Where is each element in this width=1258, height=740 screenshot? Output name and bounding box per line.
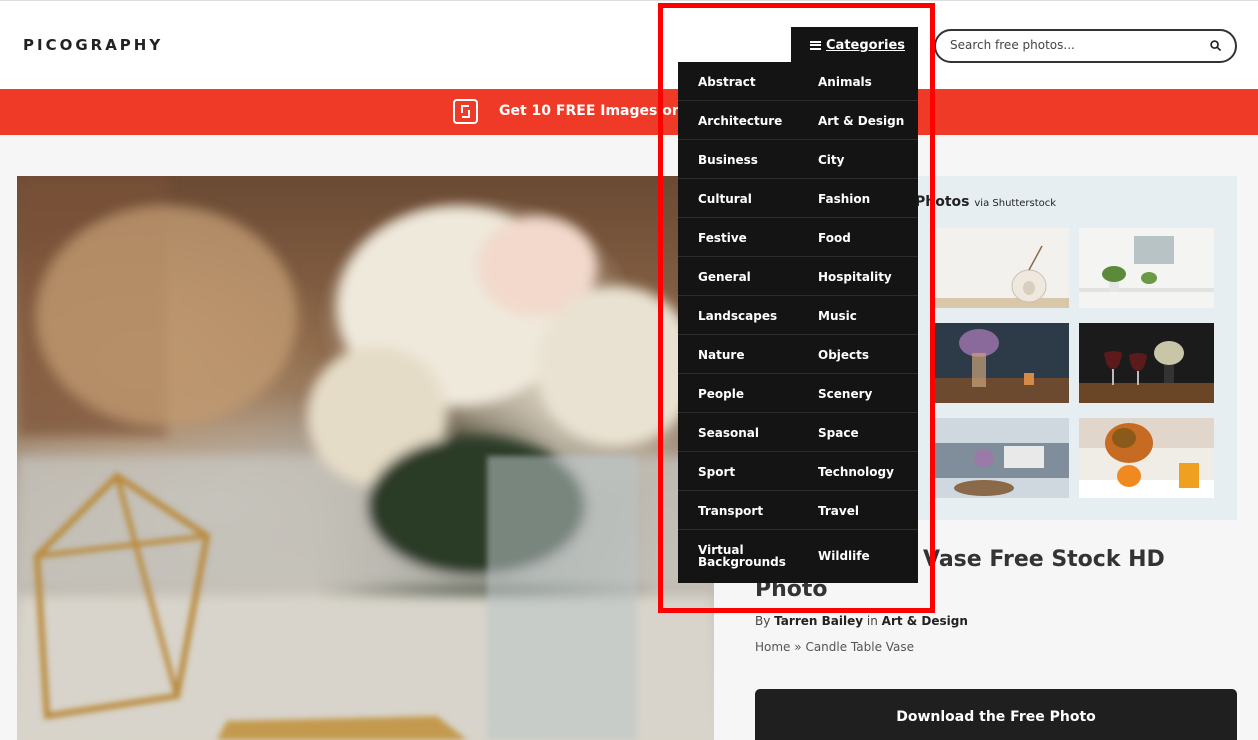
menu-icon — [810, 40, 821, 50]
category-item[interactable]: Travel — [798, 491, 918, 530]
photo-illustration — [17, 176, 714, 740]
category-item[interactable]: People — [678, 374, 798, 413]
category-item[interactable]: Festive — [678, 218, 798, 257]
breadcrumb-home[interactable]: Home — [755, 640, 790, 654]
categories-button[interactable]: Categories — [791, 27, 918, 63]
categories-row: Festive Food — [678, 218, 918, 257]
categories-row: Abstract Animals — [678, 62, 918, 101]
breadcrumb-current: Candle Table Vase — [805, 640, 915, 654]
category-item[interactable]: Technology — [798, 452, 918, 491]
categories-row: Nature Objects — [678, 335, 918, 374]
search-input[interactable] — [950, 38, 1200, 52]
shutterstock-title: Photos via Shutterstock — [915, 194, 1057, 210]
search-box[interactable] — [934, 29, 1237, 63]
category-item[interactable]: Objects — [798, 335, 918, 374]
stock-thumbnail[interactable] — [1079, 228, 1214, 308]
category-item[interactable]: City — [798, 140, 918, 179]
promo-text[interactable]: Get 10 FREE Images on S — [499, 103, 697, 119]
categories-row: Sport Technology — [678, 452, 918, 491]
promo-banner[interactable]: Get 10 FREE Images on S — [0, 89, 1258, 135]
category-item[interactable]: Food — [798, 218, 918, 257]
category-item[interactable]: Art & Design — [798, 101, 918, 140]
categories-row: General Hospitality — [678, 257, 918, 296]
categories-row: Business City — [678, 140, 918, 179]
category-item[interactable]: Virtual Backgrounds — [678, 530, 798, 582]
category-item[interactable]: Cultural — [678, 179, 798, 218]
category-item[interactable]: Seasonal — [678, 413, 798, 452]
photo-byline: By Tarren Bailey in Art & Design — [755, 614, 968, 628]
category-item[interactable]: Landscapes — [678, 296, 798, 335]
categories-row: Transport Travel — [678, 491, 918, 530]
category-item[interactable]: Architecture — [678, 101, 798, 140]
category-item[interactable]: Transport — [678, 491, 798, 530]
category-item[interactable]: Space — [798, 413, 918, 452]
categories-row: Architecture Art & Design — [678, 101, 918, 140]
shutterstock-icon — [453, 99, 478, 124]
main-photo[interactable] — [17, 176, 714, 740]
stock-thumbnail[interactable] — [1079, 323, 1214, 403]
stock-thumbnail[interactable] — [934, 418, 1069, 498]
category-item[interactable]: Wildlife — [798, 530, 918, 582]
stock-thumbnail[interactable] — [934, 323, 1069, 403]
categories-row: Seasonal Space — [678, 413, 918, 452]
search-icon[interactable] — [1210, 40, 1221, 51]
download-button[interactable]: Download the Free Photo — [755, 689, 1237, 740]
category-item[interactable]: Music — [798, 296, 918, 335]
category-item[interactable]: Business — [678, 140, 798, 179]
site-header: PICOGRAPHY Categories — [0, 0, 1258, 89]
category-item[interactable]: Hospitality — [798, 257, 918, 296]
categories-row: People Scenery — [678, 374, 918, 413]
stock-thumbnail[interactable] — [934, 228, 1069, 308]
categories-label: Categories — [826, 37, 906, 53]
category-item[interactable]: Abstract — [678, 62, 798, 101]
categories-row: Cultural Fashion — [678, 179, 918, 218]
category-link[interactable]: Art & Design — [882, 614, 968, 628]
category-item[interactable]: Animals — [798, 62, 918, 101]
category-item[interactable]: Scenery — [798, 374, 918, 413]
categories-row: Landscapes Music — [678, 296, 918, 335]
author-link[interactable]: Tarren Bailey — [774, 614, 863, 628]
breadcrumb: Home » Candle Table Vase — [755, 640, 915, 654]
stock-thumbnail[interactable] — [1079, 418, 1214, 498]
categories-row: Virtual Backgrounds Wildlife — [678, 530, 918, 582]
site-logo[interactable]: PICOGRAPHY — [23, 36, 163, 54]
category-item[interactable]: Fashion — [798, 179, 918, 218]
category-item[interactable]: General — [678, 257, 798, 296]
category-item[interactable]: Sport — [678, 452, 798, 491]
category-item[interactable]: Nature — [678, 335, 798, 374]
categories-dropdown: Abstract Animals Architecture Art & Design B… — [678, 62, 918, 583]
